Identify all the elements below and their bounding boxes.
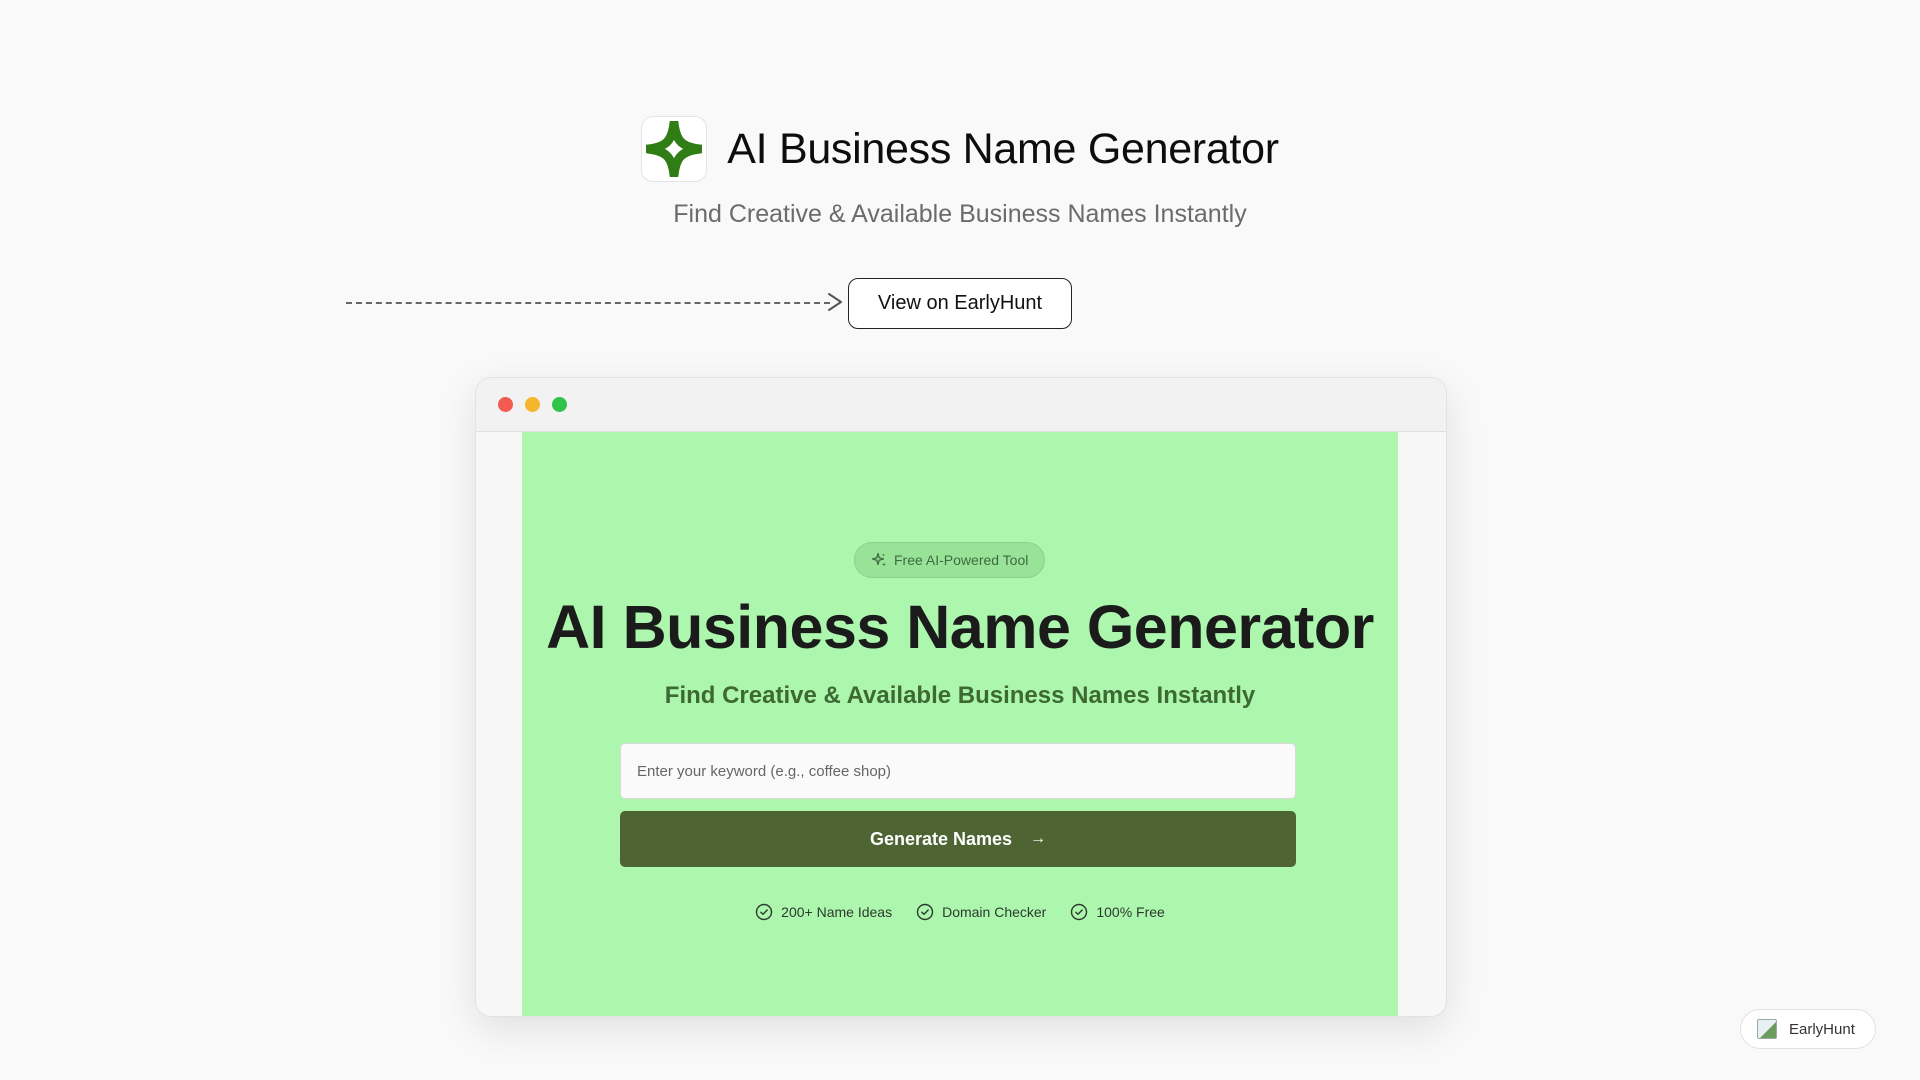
generate-button-label: Generate Names (869, 828, 1013, 849)
four-point-star-icon (646, 121, 703, 177)
browser-titlebar (476, 378, 1446, 432)
window-minimize-dot[interactable] (525, 397, 540, 412)
feature-label: Domain Checker (942, 904, 1047, 920)
feature-list: 200+ Name Ideas Domain Checker 100% Free (522, 903, 1398, 921)
corner-badge-label: EarlyHunt (1789, 1020, 1855, 1038)
view-on-earlyhunt-button[interactable]: View on EarlyHunt (848, 278, 1072, 329)
page-subtitle: Find Creative & Available Business Names… (673, 200, 1247, 228)
page-title: AI Business Name Generator (727, 124, 1279, 173)
feature-item: 200+ Name Ideas (755, 903, 892, 921)
sparkles-icon (871, 552, 886, 567)
feature-label: 100% Free (1096, 904, 1165, 920)
browser-window: Free AI-Powered Tool AI Business Name Ge… (475, 377, 1447, 1017)
window-close-dot[interactable] (498, 397, 513, 412)
feature-item: Domain Checker (916, 903, 1046, 921)
feature-label: 200+ Name Ideas (781, 904, 893, 920)
hero-title: AI Business Name Generator (546, 593, 1374, 661)
free-tool-badge: Free AI-Powered Tool (854, 542, 1046, 578)
keyword-input[interactable] (620, 743, 1296, 799)
arrow-right-icon (828, 293, 842, 311)
broken-image-icon (1757, 1019, 1777, 1039)
badge-label: Free AI-Powered Tool (894, 552, 1029, 568)
check-circle-icon (1071, 903, 1088, 921)
app-logo (641, 116, 708, 182)
check-circle-icon (916, 903, 934, 921)
dashed-arrow-line (346, 302, 830, 304)
browser-viewport: Free AI-Powered Tool AI Business Name Ge… (522, 432, 1398, 1016)
hero-subtitle: Find Creative & Available Business Names… (664, 682, 1256, 709)
generate-names-button[interactable]: Generate Names → (620, 811, 1296, 867)
page: AI Business Name Generator Find Creative… (0, 0, 1920, 1080)
feature-item: 100% Free (1070, 903, 1165, 921)
window-maximize-dot[interactable] (552, 397, 567, 412)
earlyhunt-corner-badge[interactable]: EarlyHunt (1740, 1009, 1876, 1049)
header: AI Business Name Generator (0, 116, 1920, 182)
arrow-right-icon: → (1030, 830, 1047, 847)
check-circle-icon (755, 903, 773, 921)
